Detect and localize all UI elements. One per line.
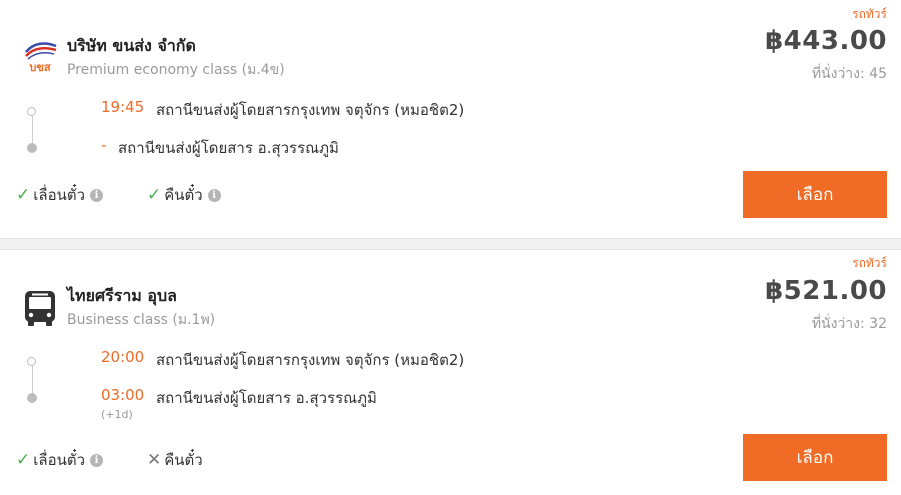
- check-icon: ✓: [16, 450, 31, 470]
- vehicle-type-tag: รถทัวร์: [852, 7, 887, 21]
- arrival-time: 03:00: [101, 386, 145, 404]
- select-button[interactable]: เลือก: [743, 171, 887, 218]
- info-icon[interactable]: i: [90, 453, 103, 467]
- arrival-station: สถานีขนส่งผู้โดยสาร อ.สุวรรณภูมิ: [118, 139, 339, 157]
- seats-available: ที่นั่งว่าง: 32: [811, 316, 887, 332]
- feature-reschedule: ✓ เลื่อนตั๋ว i: [16, 448, 103, 472]
- vehicle-type-tag: รถทัวร์: [852, 256, 887, 270]
- check-icon: ✓: [16, 185, 31, 205]
- info-icon[interactable]: i: [90, 188, 103, 202]
- arrival-dot-icon: [27, 143, 37, 153]
- feature-label: คืนตั๋ว: [164, 451, 203, 469]
- card-separator: [0, 238, 901, 250]
- select-button[interactable]: เลือก: [743, 434, 887, 481]
- cross-icon: ✕: [147, 450, 162, 470]
- operator-name: ไทยศรีราม อุบล: [67, 286, 177, 305]
- departure-station: สถานีขนส่งผู้โดยสารกรุงเทพ จตุจักร (หมอช…: [156, 101, 465, 119]
- price: ฿443.00: [765, 26, 887, 56]
- departure-time: 19:45: [101, 98, 145, 116]
- arrival-time: -: [101, 136, 107, 154]
- svg-text:บขส: บขส: [29, 61, 51, 74]
- departure-time: 20:00: [101, 348, 145, 366]
- check-icon: ✓: [147, 185, 162, 205]
- route-line: [32, 116, 33, 144]
- route-line: [32, 366, 33, 394]
- trip-card-2: รถทัวร์ ไทยศรีราม อุบล Business class (ม…: [0, 250, 901, 495]
- operator-logo: บขส: [20, 36, 60, 76]
- arrival-station: สถานีขนส่งผู้โดยสาร อ.สุวรรณภูมิ: [156, 389, 377, 407]
- info-icon[interactable]: i: [207, 188, 221, 202]
- price: ฿521.00: [765, 276, 887, 306]
- feature-reschedule: ✓ เลื่อนตั๋ว i: [16, 183, 103, 207]
- feature-refund: ✓ คืนตั๋ว i: [147, 183, 221, 207]
- departure-station: สถานีขนส่งผู้โดยสารกรุงเทพ จตุจักร (หมอช…: [156, 351, 465, 369]
- bus-icon: [20, 288, 60, 328]
- departure-dot-icon: [27, 357, 36, 366]
- seat-class: Business class (ม.1พ): [67, 312, 216, 328]
- seats-available: ที่นั่งว่าง: 45: [811, 66, 887, 82]
- feature-label: คืนตั๋ว: [164, 186, 203, 204]
- arrival-dot-icon: [27, 393, 37, 403]
- feature-label: เลื่อนตั๋ว: [33, 186, 85, 204]
- seat-class: Premium economy class (ม.4ข): [67, 62, 285, 78]
- operator-name: บริษัท ขนส่ง จำกัด: [67, 36, 196, 55]
- departure-dot-icon: [27, 107, 36, 116]
- next-day-indicator: (+1d): [101, 408, 133, 421]
- feature-label: เลื่อนตั๋ว: [33, 451, 85, 469]
- feature-refund: ✕ คืนตั๋ว: [147, 448, 203, 472]
- trip-card-1: รถทัวร์ บขส บริษัท ขนส่ง จำกัด Premium e…: [0, 0, 901, 238]
